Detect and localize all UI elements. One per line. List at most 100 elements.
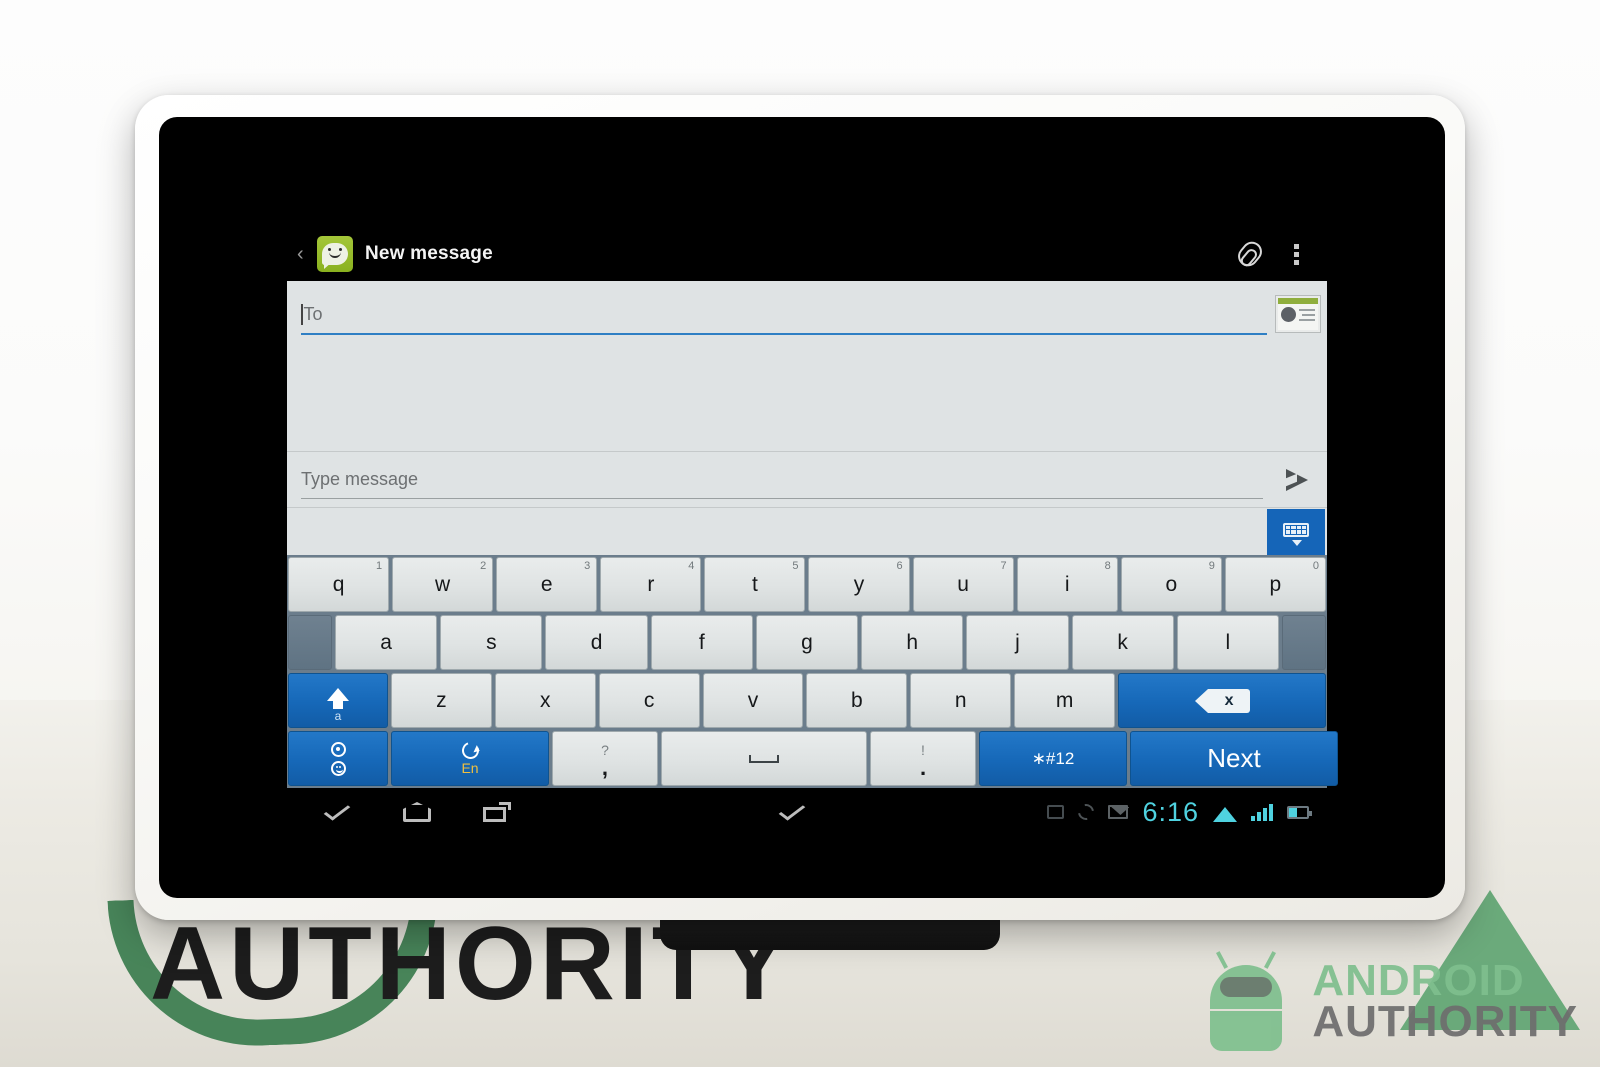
key-t[interactable]: 5t (704, 557, 806, 612)
more-vertical-icon (1293, 243, 1299, 265)
battery-icon (1287, 805, 1312, 819)
android-authority-watermark: ANDROID AUTHORITY (1194, 949, 1578, 1053)
key-label: x (540, 688, 551, 712)
comma-key[interactable]: ? , (552, 731, 658, 786)
text-caret (301, 303, 303, 325)
recipient-placeholder: To (303, 303, 323, 324)
key-label: m (1055, 688, 1074, 712)
key-s[interactable]: s (440, 615, 543, 670)
shift-sub-label: a (334, 709, 342, 723)
key-z[interactable]: z (391, 673, 492, 728)
contact-picker-button[interactable] (1275, 295, 1321, 333)
android-mascot-icon (1194, 949, 1298, 1053)
key-k[interactable]: k (1071, 615, 1174, 670)
key-label: o (1165, 572, 1178, 596)
row2-right-pad (1281, 615, 1326, 670)
key-label: t (752, 572, 758, 596)
system-navigation-bar: 6:16 (287, 788, 1327, 836)
key-y[interactable]: 6y (808, 557, 910, 612)
home-button[interactable] (377, 790, 457, 834)
enter-label: Next (1207, 743, 1261, 773)
key-label: n (954, 688, 967, 712)
paperclip-icon (1233, 237, 1267, 271)
key-a[interactable]: a (335, 615, 438, 670)
recent-apps-button[interactable] (457, 790, 537, 834)
key-label: z (436, 688, 447, 712)
key-sup: 7 (1000, 560, 1007, 572)
key-m[interactable]: m (1014, 673, 1116, 728)
cycle-icon: En (458, 738, 482, 776)
key-o[interactable]: 9o (1120, 557, 1222, 612)
recipient-row: To (287, 281, 1327, 335)
language-switch-key[interactable]: En (391, 731, 549, 786)
key-sup: 2 (480, 560, 487, 572)
attach-button[interactable] (1227, 231, 1273, 277)
key-e[interactable]: 3e (496, 557, 598, 612)
back-chevron-icon[interactable]: ‹ (297, 244, 313, 264)
backspace-icon: x (1195, 688, 1251, 713)
key-label: q (332, 572, 345, 596)
send-button[interactable] (1273, 458, 1321, 502)
space-key[interactable] (661, 731, 867, 786)
photo-scene: AUTHORITY ‹ New message To Type message … (0, 0, 1600, 1067)
key-label: g (801, 630, 813, 654)
home-icon (403, 802, 431, 822)
key-i[interactable]: 8i (1016, 557, 1118, 612)
key-q[interactable]: 1q (288, 557, 390, 612)
key-sup: 9 (1208, 560, 1215, 572)
key-label: l (1225, 630, 1231, 654)
period-stack: ! . (920, 742, 926, 779)
key-f[interactable]: f (650, 615, 753, 670)
tablet-device: ‹ New message To Type message 1 q 2 w 3 … (135, 95, 1465, 920)
send-icon (1286, 468, 1308, 491)
chevron-down-icon (323, 799, 351, 821)
message-input[interactable]: Type message (301, 461, 1263, 499)
shift-key[interactable]: a (288, 673, 388, 728)
smiley-face-icon (327, 248, 343, 260)
settings-emoji-key[interactable] (288, 731, 388, 786)
key-label: s (486, 630, 497, 654)
key-l[interactable]: l (1176, 615, 1279, 670)
backspace-key[interactable]: x (1118, 673, 1327, 728)
page-title: New message (365, 243, 493, 264)
key-sup: 5 (792, 560, 799, 572)
key-g[interactable]: g (755, 615, 859, 670)
status-tray[interactable]: 6:16 (1047, 797, 1317, 828)
status-clock: 6:16 (1142, 796, 1199, 827)
key-label: r (647, 572, 655, 596)
key-sup: 3 (584, 560, 591, 572)
sync-icon (1075, 800, 1098, 824)
key-label: f (698, 630, 705, 654)
period-key[interactable]: ! . (870, 731, 976, 786)
key-label: c (643, 688, 655, 712)
messaging-app-icon[interactable] (317, 236, 353, 272)
key-u[interactable]: 7u (912, 557, 1014, 612)
key-d[interactable]: d (545, 615, 648, 670)
key-r[interactable]: 4r (600, 557, 702, 612)
key-v[interactable]: v (702, 673, 804, 728)
key-label: u (957, 572, 969, 596)
tablet-screen: ‹ New message To Type message 1 q 2 w 3 … (159, 117, 1445, 898)
recipient-input[interactable]: To (301, 295, 1267, 335)
onscreen-keyboard: 1q 2w 3e 4r 5t 6y 7u 8i 9o 0p a s d f g … (287, 555, 1338, 788)
key-p[interactable]: 0p (1224, 557, 1326, 612)
key-b[interactable]: b (806, 673, 908, 728)
keyboard-row-4: En ? , ! . ∗#12 Next (288, 731, 1338, 786)
language-label: En (461, 759, 479, 776)
speech-bubble-icon (322, 243, 348, 269)
symbols-key[interactable]: ∗#12 (979, 731, 1127, 786)
key-c[interactable]: c (598, 673, 700, 728)
secondary-chevron-button[interactable] (752, 790, 832, 834)
overflow-menu-button[interactable] (1273, 231, 1319, 277)
key-x[interactable]: x (494, 673, 596, 728)
key-w[interactable]: 2w (392, 557, 494, 612)
key-label: v (747, 688, 759, 712)
hide-keyboard-nav-button[interactable] (297, 790, 377, 834)
keyboard-row-1: 1q 2w 3e 4r 5t 6y 7u 8i 9o 0p (288, 557, 1326, 612)
hide-keyboard-button[interactable] (1267, 508, 1325, 555)
enter-next-key[interactable]: Next (1130, 731, 1338, 786)
gear-icon (330, 741, 346, 776)
key-h[interactable]: h (861, 615, 964, 670)
key-n[interactable]: n (910, 673, 1012, 728)
key-j[interactable]: j (966, 615, 1069, 670)
